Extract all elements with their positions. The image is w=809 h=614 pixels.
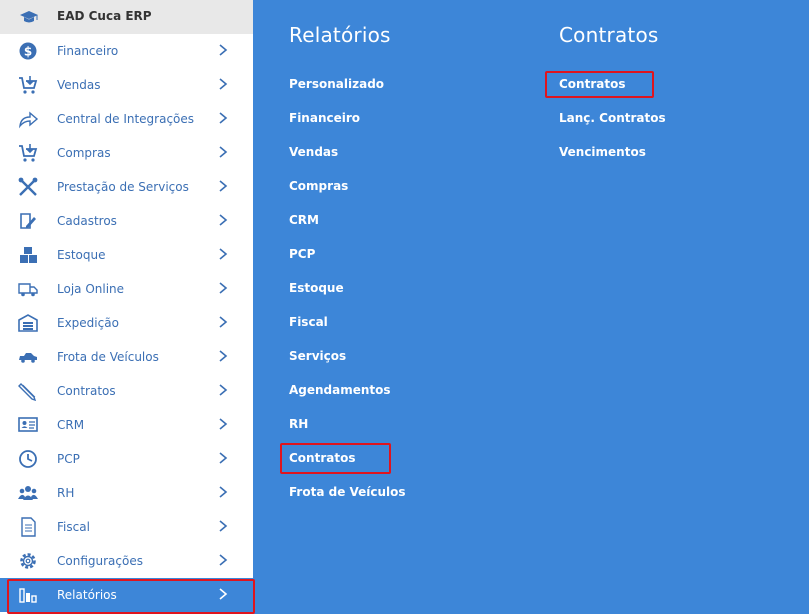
link-frota-veiculos[interactable]: Frota de Veículos <box>289 485 406 499</box>
chevron-right-icon <box>216 416 230 432</box>
sidebar-item-label: PCP <box>57 452 80 466</box>
sidebar-item-financeiro[interactable]: $ Financeiro <box>0 34 253 68</box>
cart-icon <box>17 75 39 95</box>
highlight-box <box>545 71 654 98</box>
sidebar-item-label: Frota de Veículos <box>57 350 159 364</box>
chevron-right-icon <box>216 382 230 398</box>
sidebar-item-label: Compras <box>57 146 111 160</box>
pen-icon <box>17 381 39 401</box>
sidebar-item-label: Expedição <box>57 316 119 330</box>
sidebar-item-configuracoes[interactable]: Configurações <box>0 544 253 578</box>
tools-icon <box>17 177 39 197</box>
sidebar-item-label: Central de Integrações <box>57 112 195 126</box>
sidebar-item-label: Contratos <box>57 384 116 398</box>
chevron-right-icon <box>216 586 230 602</box>
link-vendas[interactable]: Vendas <box>289 145 338 159</box>
chevron-right-icon <box>216 518 230 534</box>
sidebar-item-label: Relatórios <box>57 588 117 602</box>
link-fiscal[interactable]: Fiscal <box>289 315 328 329</box>
link-pcp[interactable]: PCP <box>289 247 315 261</box>
sidebar-item-frota-veiculos[interactable]: Frota de Veículos <box>0 340 253 374</box>
highlight-box <box>280 443 391 474</box>
sidebar-item-cadastros[interactable]: Cadastros <box>0 204 253 238</box>
link-rh[interactable]: RH <box>289 417 308 431</box>
graduation-cap-icon <box>19 8 39 26</box>
chevron-right-icon <box>216 42 230 58</box>
share-arrow-icon <box>17 109 39 129</box>
link-agendamentos[interactable]: Agendamentos <box>289 383 391 397</box>
chevron-right-icon <box>216 280 230 296</box>
edit-icon <box>17 211 39 231</box>
link-crm[interactable]: CRM <box>289 213 319 227</box>
sidebar-item-compras[interactable]: Compras <box>0 136 253 170</box>
chevron-right-icon <box>216 144 230 160</box>
sidebar-item-fiscal[interactable]: Fiscal <box>0 510 253 544</box>
sidebar-item-label: Loja Online <box>57 282 125 296</box>
chevron-right-icon <box>216 110 230 126</box>
sidebar-item-label: Cadastros <box>57 214 117 228</box>
sidebar-item-label: RH <box>57 486 75 500</box>
cart-icon <box>17 143 39 163</box>
sidebar-item-relatorios[interactable]: Relatórios <box>0 578 255 614</box>
link-lanc-contratos[interactable]: Lanç. Contratos <box>559 111 666 125</box>
contratos-column-title: Contratos <box>559 23 659 47</box>
sidebar-header: EAD Cuca ERP <box>0 0 253 34</box>
link-personalizado[interactable]: Personalizado <box>289 77 384 91</box>
sidebar-item-loja-online[interactable]: Loja Online <box>0 272 253 306</box>
sidebar-item-label: Vendas <box>57 78 101 92</box>
chevron-right-icon <box>216 484 230 500</box>
sidebar-item-pcp[interactable]: PCP <box>0 442 253 476</box>
chevron-right-icon <box>216 76 230 92</box>
bar-chart-icon <box>17 585 39 605</box>
chevron-right-icon <box>216 212 230 228</box>
chevron-right-icon <box>216 246 230 262</box>
users-icon <box>17 483 39 503</box>
svg-text:$: $ <box>24 45 32 59</box>
link-compras[interactable]: Compras <box>289 179 348 193</box>
sidebar-item-label: Fiscal <box>57 520 90 534</box>
chevron-right-icon <box>216 178 230 194</box>
link-estoque[interactable]: Estoque <box>289 281 344 295</box>
warehouse-icon <box>17 313 39 333</box>
dollar-icon: $ <box>17 41 39 61</box>
link-servicos[interactable]: Serviços <box>289 349 346 363</box>
sidebar-item-crm[interactable]: CRM <box>0 408 253 442</box>
clock-icon <box>17 449 39 469</box>
sidebar-item-label: CRM <box>57 418 85 432</box>
sidebar-item-central-integracoes[interactable]: Central de Integrações <box>0 102 253 136</box>
sidebar-item-prestacao-servicos[interactable]: Prestação de Serviços <box>0 170 253 204</box>
sidebar: EAD Cuca ERP $ Financeiro Vendas Central… <box>0 0 255 614</box>
link-financeiro[interactable]: Financeiro <box>289 111 360 125</box>
app-title: EAD Cuca ERP <box>57 9 152 23</box>
relatorios-column-title: Relatórios <box>289 23 391 47</box>
document-icon <box>17 517 39 537</box>
sidebar-item-expedicao[interactable]: Expedição <box>0 306 253 340</box>
sidebar-item-label: Estoque <box>57 248 106 262</box>
car-icon <box>17 347 39 367</box>
chevron-right-icon <box>216 450 230 466</box>
sidebar-item-label: Configurações <box>57 554 143 568</box>
sidebar-item-label: Financeiro <box>57 44 119 58</box>
boxes-icon <box>17 245 39 265</box>
sidebar-item-estoque[interactable]: Estoque <box>0 238 253 272</box>
truck-icon <box>17 279 39 299</box>
chevron-right-icon <box>216 314 230 330</box>
gear-icon <box>17 551 39 571</box>
sidebar-item-contratos[interactable]: Contratos <box>0 374 253 408</box>
id-card-icon <box>17 415 39 435</box>
sidebar-item-label: Prestação de Serviços <box>57 180 189 194</box>
sidebar-item-vendas[interactable]: Vendas <box>0 68 253 102</box>
chevron-right-icon <box>216 348 230 364</box>
chevron-right-icon <box>216 552 230 568</box>
sidebar-item-rh[interactable]: RH <box>0 476 253 510</box>
link-vencimentos[interactable]: Vencimentos <box>559 145 646 159</box>
